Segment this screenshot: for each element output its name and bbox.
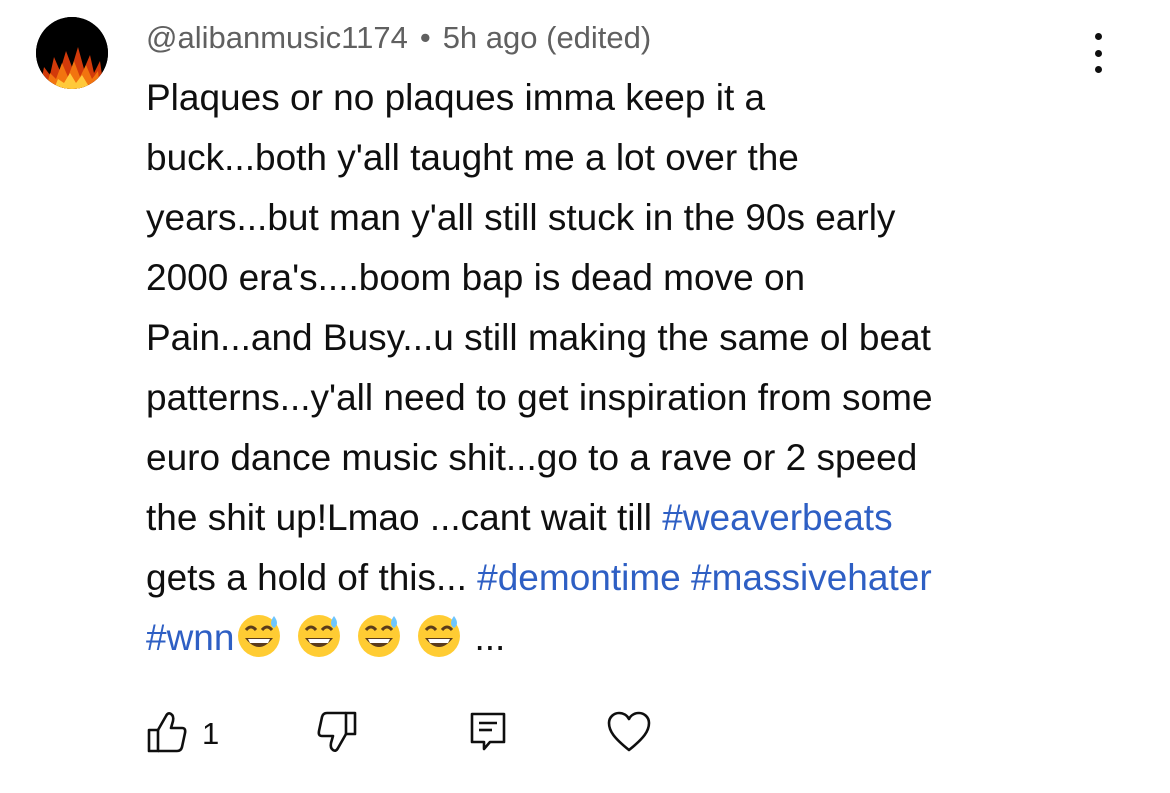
comment-line: #wnn...	[146, 608, 1136, 668]
comment-ellipsis: ...	[474, 617, 506, 658]
hashtag-link[interactable]: #massivehater	[691, 557, 932, 598]
hashtag-link[interactable]: #demontime	[477, 557, 681, 598]
heart-button[interactable]	[606, 710, 652, 759]
comment-header: @alibanmusic1174 • 5h ago (edited)	[146, 18, 651, 58]
like-count: 1	[202, 716, 220, 751]
thumbs-up-icon	[147, 712, 187, 753]
hashtag-link[interactable]: #wnn	[146, 617, 234, 658]
header-separator: •	[419, 20, 431, 55]
dislike-button[interactable]	[316, 710, 358, 759]
comment-line: gets a hold of this... #demontime #massi…	[146, 548, 1136, 608]
sweat-smile-emoji	[358, 615, 401, 657]
sweat-smile-emoji	[298, 615, 341, 657]
hashtag-link[interactable]: #weaverbeats	[662, 497, 892, 538]
comment-line-text: gets a hold of this...	[146, 557, 478, 598]
comment-line: the shit up!Lmao ...cant wait till #weav…	[146, 488, 1136, 548]
sweat-smile-emoji	[238, 615, 281, 657]
comment-line: 2000 era's....boom bap is dead move on	[146, 257, 806, 298]
fire-avatar-image	[36, 17, 108, 89]
author-name[interactable]: @alibanmusic1174	[146, 20, 408, 55]
heart-icon	[607, 711, 651, 752]
avatar[interactable]	[36, 17, 108, 89]
comment-line: years...but man y'all still stuck in the…	[146, 197, 896, 238]
comment-line: Pain...and Busy...u still making the sam…	[146, 317, 931, 358]
comment-line: buck...both y'all taught me a lot over t…	[146, 137, 799, 178]
more-vertical-icon	[1094, 33, 1102, 40]
reply-button[interactable]	[468, 710, 508, 759]
comment-line: euro dance music shit...go to a rave or …	[146, 437, 918, 478]
comment-line: Plaques or no plaques imma keep it a	[146, 77, 766, 118]
thumbs-down-icon	[317, 711, 357, 752]
comment-timestamp: 5h ago (edited)	[442, 20, 652, 55]
like-button[interactable]	[146, 710, 188, 759]
comment-line: patterns...y'all need to get inspiration…	[146, 377, 933, 418]
comment-text: Plaques or no plaques imma keep it a buc…	[146, 68, 1136, 668]
sweat-smile-emoji	[418, 615, 461, 657]
reply-comment-icon	[470, 712, 506, 751]
more-options-button[interactable]	[1080, 33, 1116, 73]
comment-line-text: the shit up!Lmao ...cant wait till	[146, 497, 663, 538]
